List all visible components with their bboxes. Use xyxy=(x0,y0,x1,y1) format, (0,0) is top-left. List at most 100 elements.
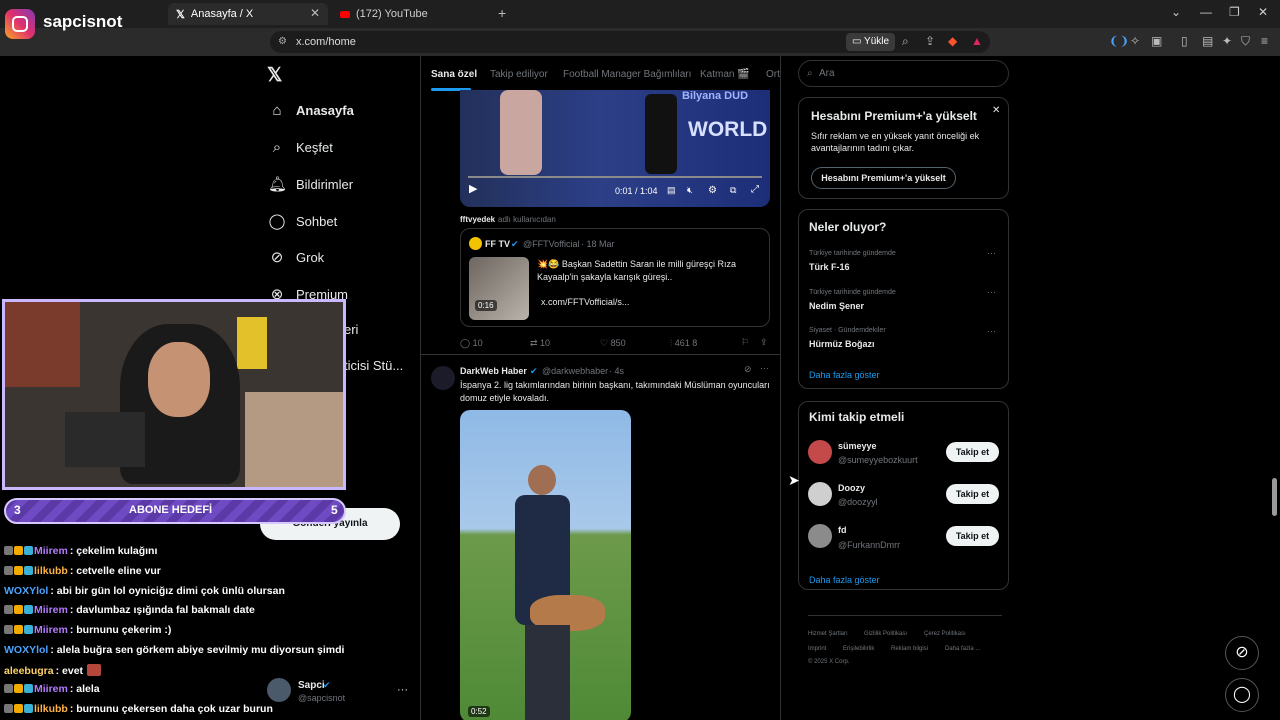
sidebar-item-notifications[interactable]: 🔔︎ Bildirimler xyxy=(268,175,353,193)
footer-link[interactable]: Reklam bilgisi xyxy=(891,646,928,652)
chat-message: lilkubb: burnunu çekersen daha çok uzar … xyxy=(4,703,273,715)
tab-katman[interactable]: Katman 🎬 xyxy=(700,69,750,80)
sidebar-item-label: Anasayfa xyxy=(296,103,354,118)
chat-username: Miirem xyxy=(34,545,68,557)
zoom-icon[interactable]: ⌕ xyxy=(902,34,909,49)
follow-user-name[interactable]: fd xyxy=(838,525,847,535)
mute-icon[interactable]: 🔇︎ xyxy=(687,185,693,196)
sidebar-item-partial-1[interactable]: eri xyxy=(344,322,358,337)
share-icon[interactable]: ⇪ xyxy=(760,337,768,348)
follow-button[interactable]: Takip et xyxy=(946,484,999,504)
tab-list-chevron-icon[interactable]: ⌄ xyxy=(1171,5,1181,19)
tab-youtube[interactable]: (172) YouTube xyxy=(332,3,492,25)
upload-button[interactable]: ▭ Yükle xyxy=(846,33,896,51)
grok-icon[interactable]: ⊘ xyxy=(744,364,752,375)
post-author-name[interactable]: DarkWeb Haber xyxy=(460,366,527,376)
quote-thumbnail[interactable]: 0:16 xyxy=(469,257,529,320)
brave-shield-icon[interactable]: ◆ xyxy=(948,34,957,48)
pip-icon[interactable]: ⧉ xyxy=(730,185,736,196)
views-button[interactable]: ⫶ 461 8 xyxy=(670,338,697,349)
more-options-icon[interactable]: ··· xyxy=(760,363,769,373)
ai-icon[interactable]: ✦ xyxy=(1222,34,1232,48)
sidebar-item-explore[interactable]: ⌕ Keşfet xyxy=(268,139,333,156)
share-icon[interactable]: ⇪ xyxy=(925,34,935,48)
avatar[interactable] xyxy=(808,524,832,548)
close-window-button[interactable]: ✕ xyxy=(1258,5,1268,19)
more-options-icon[interactable]: ··· xyxy=(987,287,996,297)
goal-target: 5 xyxy=(331,503,338,517)
sidebar-item-label: ticisi Stü... xyxy=(344,358,404,373)
sidebar-item-partial-2[interactable]: ticisi Stü... xyxy=(344,358,403,373)
tab-label: Anasayfa / X xyxy=(190,8,254,20)
premium-upgrade-button[interactable]: Hesabını Premium+'a yükselt xyxy=(811,167,956,189)
repost-button[interactable]: ⇄ 10 xyxy=(530,338,550,349)
footer-link[interactable]: Gizlilik Politikası xyxy=(864,631,907,637)
tab-following[interactable]: Takip ediliyor xyxy=(490,69,548,80)
menu-icon[interactable]: ≡ xyxy=(1261,34,1268,48)
tab-fm-community[interactable]: Football Manager Bağımlıları xyxy=(563,69,691,80)
x-logo-icon[interactable]: 𝕏 xyxy=(267,64,282,87)
repost-source[interactable]: fftvyedek xyxy=(460,215,495,224)
footer-link[interactable]: Imprint xyxy=(808,646,826,652)
reply-button[interactable]: ◯ 10 xyxy=(460,338,483,349)
tab-x-home[interactable]: 𝕏 Anasayfa / X ✕ xyxy=(168,3,328,25)
more-options-icon[interactable]: ··· xyxy=(987,326,996,336)
avatar[interactable] xyxy=(808,482,832,506)
shield-icon[interactable]: ⛉ xyxy=(1241,34,1250,49)
quote-card[interactable]: FF TV ✔ @FFTVofficial · 18 Mar 0:16 💥😂 B… xyxy=(460,228,770,327)
quote-link[interactable]: x.com/FFTVofficial/s... xyxy=(541,297,629,307)
video-banner-name: Bilyana DUD xyxy=(682,90,749,102)
avatar[interactable] xyxy=(267,678,291,702)
follow-user-name[interactable]: Doozy xyxy=(838,483,865,493)
post-video[interactable]: 0:52 xyxy=(460,410,631,720)
avatar[interactable] xyxy=(431,366,455,390)
sidebar-item-home[interactable]: ⌂ Anasayfa xyxy=(268,102,354,119)
footer-link[interactable]: Erişilebilirlik xyxy=(843,646,874,652)
more-options-icon[interactable]: ··· xyxy=(987,248,996,258)
wallet-icon[interactable]: ▤ xyxy=(1202,34,1213,48)
brave-rewards-icon[interactable]: ▲ xyxy=(971,34,983,48)
show-more-link[interactable]: Daha fazla göster xyxy=(809,370,880,380)
more-options-icon[interactable]: ··· xyxy=(397,684,408,696)
settings-icon[interactable]: ⚙ xyxy=(708,185,717,196)
site-info-icon[interactable]: ⚙ xyxy=(278,31,287,53)
sidebar-toggle-icon[interactable]: ▯ xyxy=(1181,34,1188,48)
show-more-link[interactable]: Daha fazla göster xyxy=(809,575,880,585)
scrollbar-thumb[interactable] xyxy=(1272,478,1277,516)
bookmark-icon[interactable]: ⚐ xyxy=(741,337,749,348)
trend-name[interactable]: Nedim Şener xyxy=(809,301,864,311)
follow-button[interactable]: Takip et xyxy=(946,526,999,546)
trend-name[interactable]: Hürmüz Boğazı xyxy=(809,339,875,349)
sidebar-item-label: Bildirimler xyxy=(296,176,354,192)
play-icon[interactable]: ▶ xyxy=(469,182,477,195)
close-icon[interactable]: ✕ xyxy=(992,105,1000,116)
tab-for-you[interactable]: Sana özel xyxy=(431,69,477,80)
minimize-button[interactable]: — xyxy=(1200,5,1212,19)
video-progress[interactable] xyxy=(468,176,762,178)
video-player[interactable]: Bilyana DUD WORLD ▶ 0:01 / 1:04 ▤ 🔇︎ ⚙ ⧉… xyxy=(460,90,770,207)
follow-button[interactable]: Takip et xyxy=(946,442,999,462)
emote-icon xyxy=(87,664,102,676)
maximize-button[interactable]: ❐ xyxy=(1229,5,1240,19)
extensions-icon[interactable]: ✧ xyxy=(1130,34,1140,48)
sidebar-item-grok[interactable]: ⊘ Grok xyxy=(268,248,324,266)
footer-link[interactable]: Daha fazla ... xyxy=(945,646,980,652)
avatar[interactable] xyxy=(808,440,832,464)
vpn-icon[interactable]: ▣ xyxy=(1151,34,1162,48)
grok-float-button[interactable]: ⊘ xyxy=(1225,636,1259,670)
trend-name[interactable]: Türk F-16 xyxy=(809,262,850,272)
footer-link[interactable]: Çerez Politikası xyxy=(924,631,966,637)
captions-icon[interactable]: ▤ xyxy=(667,185,676,196)
like-button[interactable]: ♡ 850 xyxy=(600,338,626,349)
leo-icon[interactable]: ❨❩ xyxy=(1109,34,1129,48)
messages-float-button[interactable]: ◯ xyxy=(1225,678,1259,712)
follow-user-name[interactable]: sümeyye xyxy=(838,441,877,451)
fullscreen-icon[interactable]: ⤢ xyxy=(751,184,759,195)
close-tab-icon[interactable]: ✕ xyxy=(310,6,320,20)
footer-link[interactable]: Hizmet Şartları xyxy=(808,631,848,637)
chat-text: : burnunu çekerim :) xyxy=(69,624,172,636)
tab-partial[interactable]: Ort xyxy=(766,69,780,80)
sidebar-item-chat[interactable]: ◯ Sohbet xyxy=(268,212,338,230)
new-tab-button[interactable]: + xyxy=(498,5,506,21)
search-input[interactable]: ⌕ Ara xyxy=(798,60,1009,87)
